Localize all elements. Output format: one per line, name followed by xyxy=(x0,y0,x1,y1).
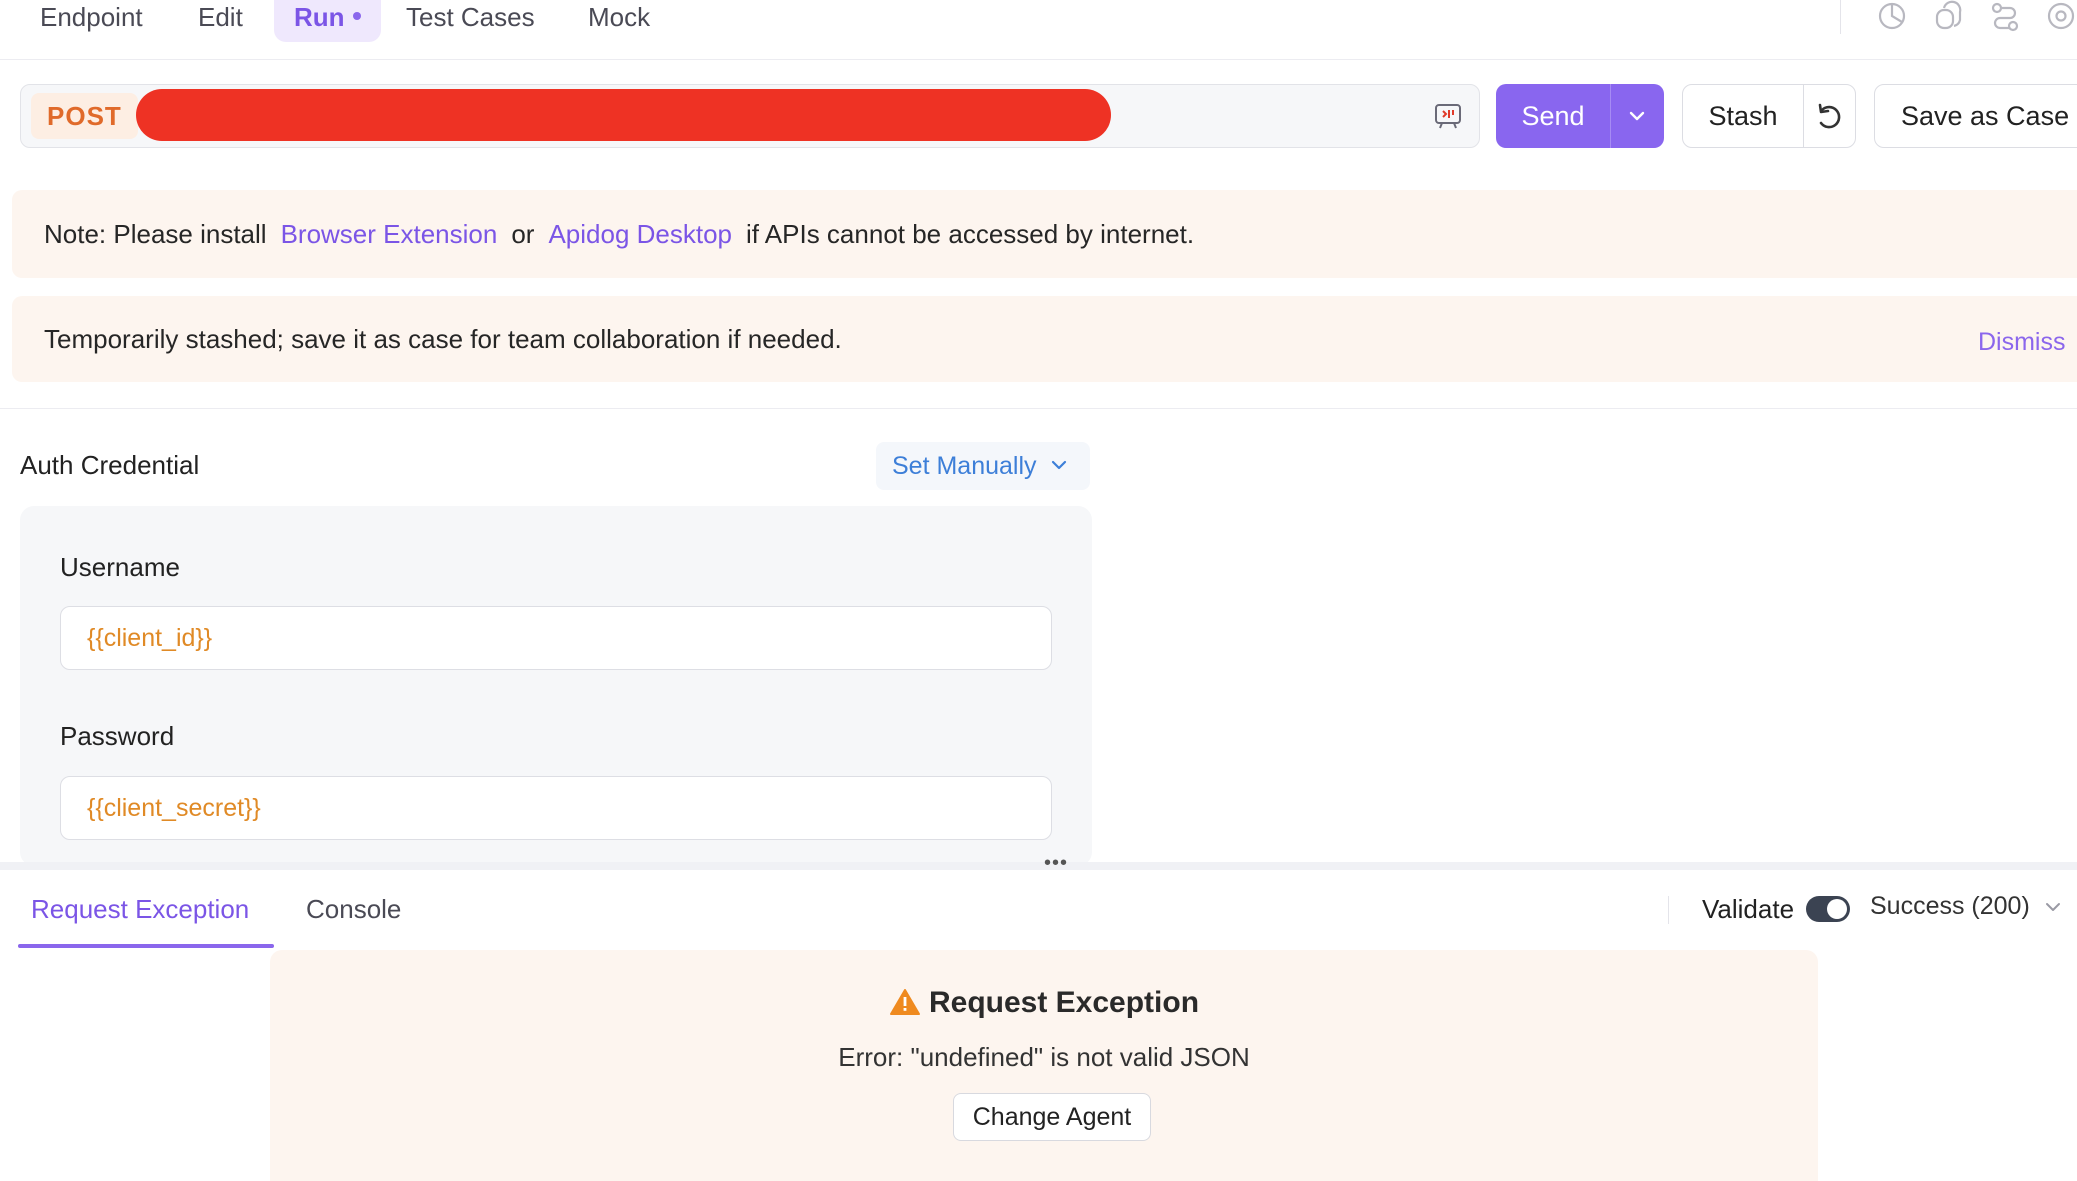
section-divider xyxy=(0,408,2077,409)
notice-text: Note: Please install xyxy=(44,219,267,249)
exception-heading: Request Exception xyxy=(270,986,1818,1020)
auth-mode-select[interactable]: Set Manually xyxy=(876,442,1090,490)
exception-title: Request Exception xyxy=(928,986,1200,1019)
auth-credential-title: Auth Credential xyxy=(20,450,200,480)
tab-label: Mock xyxy=(588,2,651,32)
tab-console[interactable]: Console xyxy=(306,894,401,925)
dismiss-link[interactable]: Dismiss xyxy=(1978,296,2066,382)
tab-request-exception[interactable]: Request Exception xyxy=(31,894,249,925)
chart-pie-icon[interactable] xyxy=(1876,0,1910,34)
chevron-down-icon[interactable] xyxy=(1610,84,1664,148)
warning-icon xyxy=(889,989,920,1015)
tab-mock[interactable]: Mock xyxy=(568,0,670,42)
change-agent-button[interactable]: Change Agent xyxy=(953,1093,1151,1141)
tab-run[interactable]: Run xyxy=(274,0,381,42)
tab-label: Run xyxy=(294,2,345,32)
notice-suffix: if APIs cannot be accessed by internet. xyxy=(746,219,1195,249)
tab-endpoint[interactable]: Endpoint xyxy=(20,0,163,42)
validate-label: Validate xyxy=(1702,894,1795,924)
panel-resize-handle[interactable] xyxy=(0,862,2077,870)
auth-mode-label: Set Manually xyxy=(892,452,1037,480)
stashed-notice: Temporarily stashed; save it as case for… xyxy=(12,296,2077,382)
top-tab-bar: Endpoint Edit Run Test Cases Mock xyxy=(0,0,2077,60)
response-toolbar-divider xyxy=(1668,896,1669,924)
tab-edit[interactable]: Edit xyxy=(178,0,263,42)
send-button[interactable]: Send xyxy=(1496,84,1664,148)
tab-label: Test Cases xyxy=(406,2,535,32)
active-tab-indicator xyxy=(18,944,274,948)
username-input[interactable] xyxy=(60,606,1052,670)
unsaved-dot-icon xyxy=(352,12,361,21)
url-input-redacted[interactable] xyxy=(136,89,1111,141)
stashed-text: Temporarily stashed; save it as case for… xyxy=(44,324,842,354)
http-method-selector[interactable]: POST xyxy=(31,93,138,139)
username-label: Username xyxy=(60,552,180,582)
validate-toggle[interactable] xyxy=(1806,896,1850,922)
tab-test-cases[interactable]: Test Cases xyxy=(386,0,555,42)
chevron-down-icon xyxy=(1051,460,1067,470)
request-exception-panel: Request Exception Error: "undefined" is … xyxy=(270,950,1818,1181)
variable-insert-icon[interactable] xyxy=(1433,101,1463,131)
apidog-desktop-link[interactable]: Apidog Desktop xyxy=(548,219,732,249)
copy-icon[interactable] xyxy=(1932,0,1966,34)
notice-or: or xyxy=(511,219,535,249)
auth-credential-panel: Username Password xyxy=(20,506,1092,866)
toolbar-divider xyxy=(1840,0,1841,34)
request-url-bar[interactable]: POST xyxy=(20,84,1480,148)
install-notice: Note: Please install Browser Extension or A… xyxy=(12,190,2077,278)
stash-button-group: Stash xyxy=(1682,84,1856,148)
browser-extension-link[interactable]: Browser Extension xyxy=(281,219,498,249)
save-as-case-button[interactable]: Save as Case xyxy=(1874,84,2077,148)
stash-button[interactable]: Stash xyxy=(1683,85,1803,147)
drag-handle-icon[interactable]: ••• xyxy=(1044,853,1068,873)
exception-message: Error: "undefined" is not valid JSON xyxy=(838,1042,1250,1072)
password-input[interactable] xyxy=(60,776,1052,840)
response-status-select[interactable]: Success (200) xyxy=(1870,892,2030,921)
tab-label: Edit xyxy=(198,2,243,32)
settings-icon[interactable] xyxy=(2044,0,2077,34)
reset-icon[interactable] xyxy=(1804,85,1856,147)
chevron-down-icon[interactable] xyxy=(2044,900,2062,914)
tab-label: Endpoint xyxy=(40,2,143,32)
password-label: Password xyxy=(60,721,175,751)
flow-icon[interactable] xyxy=(1988,0,2022,34)
send-label: Send xyxy=(1521,101,1585,131)
